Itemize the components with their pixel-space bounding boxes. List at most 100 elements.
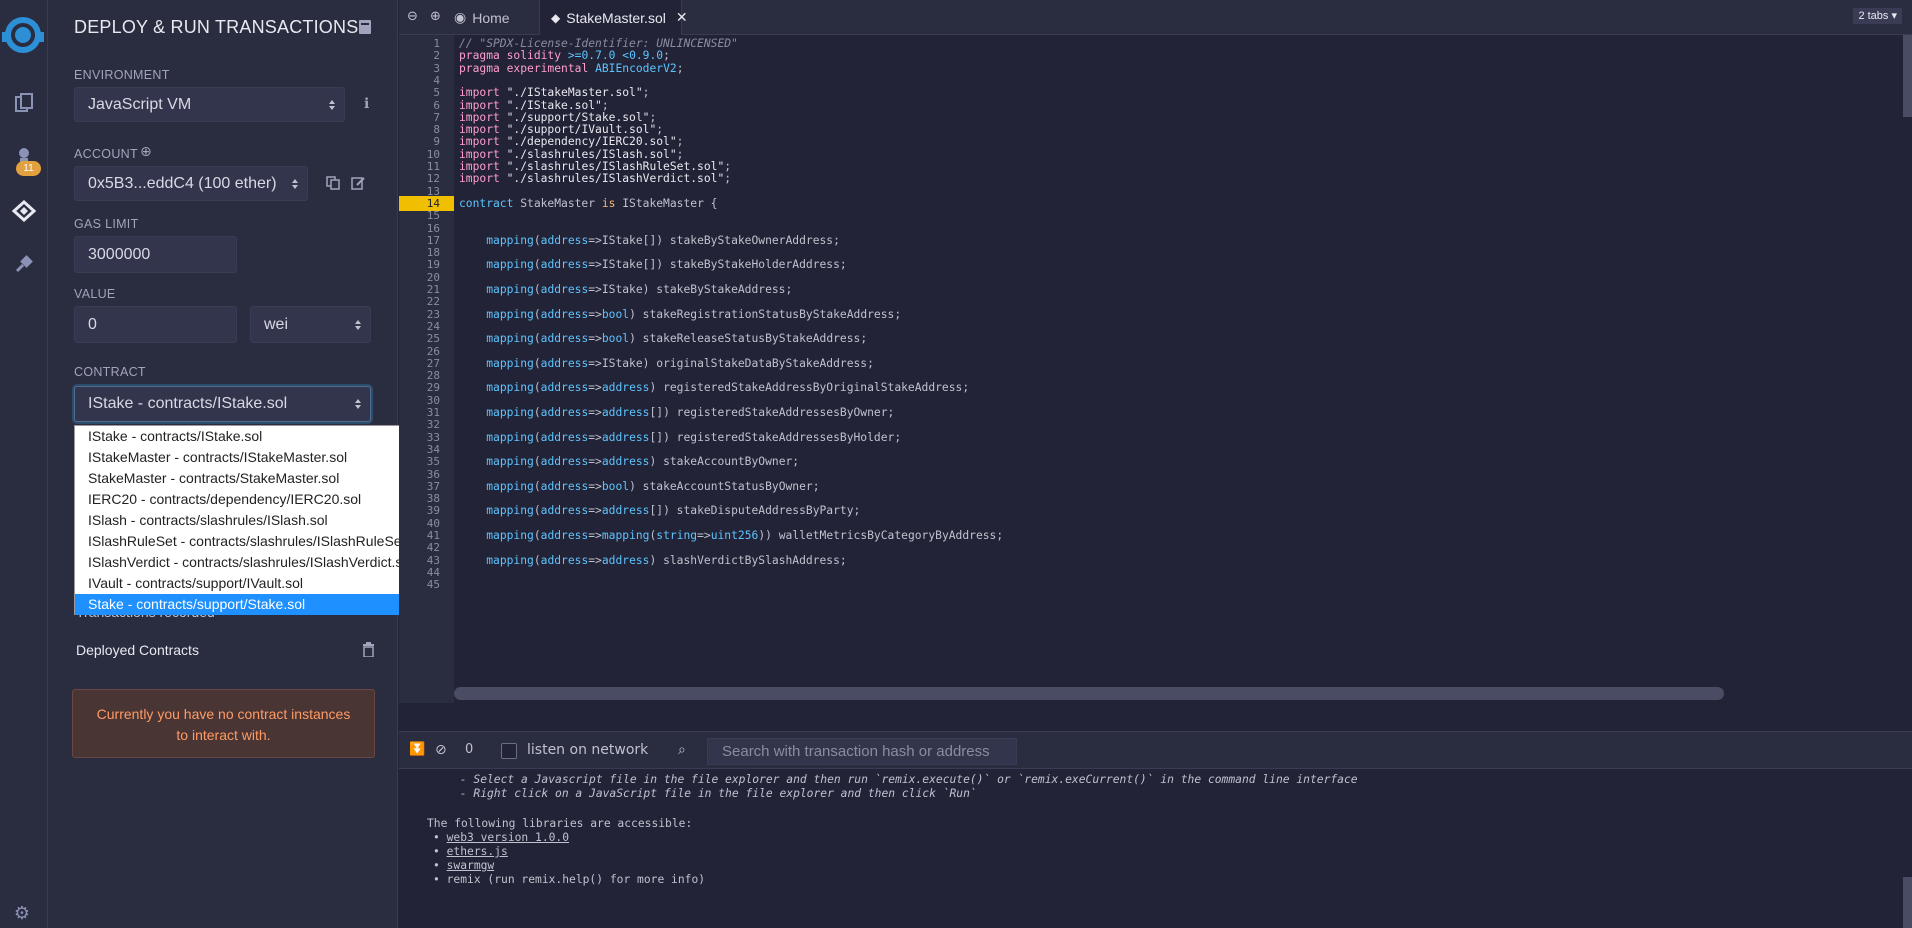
file-explorer-icon[interactable] xyxy=(8,87,40,119)
code-line: mapping(address=>address[]) registeredSt… xyxy=(486,406,895,419)
contract-option[interactable]: StakeMaster - contracts/StakeMaster.sol xyxy=(75,468,448,489)
remix-logo-icon[interactable] xyxy=(2,14,44,56)
code-line: mapping(address=>address) stakeAccountBy… xyxy=(486,455,800,469)
contract-value: IStake - contracts/IStake.sol xyxy=(88,395,288,412)
horizontal-scrollbar[interactable] xyxy=(454,687,1724,700)
compiler-warning-badge: 11 xyxy=(16,161,41,176)
tabs-count-label: 2 tabs xyxy=(1858,10,1889,22)
select-arrows-icon xyxy=(355,399,361,409)
tabs-count-button[interactable]: 2 tabs ▾ xyxy=(1853,8,1902,24)
contract-option[interactable]: IVault - contracts/support/IVault.sol xyxy=(75,573,448,594)
no-instances-line2: to interact with. xyxy=(176,727,271,743)
code-line: import "./slashrules/ISlashVerdict.sol"; xyxy=(459,172,732,186)
terminal-output: - Select a Javascript file in the file e… xyxy=(399,770,1912,928)
contract-option[interactable]: ISlash - contracts/slashrules/ISlash.sol xyxy=(75,510,448,531)
search-icon: ⌕ xyxy=(678,742,686,758)
terminal-lib-item: • web3 version 1.0.0 xyxy=(433,831,570,844)
code-editor[interactable]: 1 2 3 4 5 6 7 8 9 10 11 12 13 14 15 16 17 18 19 20 21 22 23 24 2… xyxy=(399,35,1912,703)
value-label: VALUE xyxy=(74,287,116,301)
contract-option[interactable]: IStake - contracts/IStake.sol xyxy=(75,426,448,447)
edit-icon[interactable] xyxy=(351,176,366,190)
search-tx-input[interactable]: Search with transaction hash or address xyxy=(707,738,1017,765)
terminal-lib-item: • swarmgw xyxy=(433,859,495,872)
zoom-in-icon[interactable]: ⊕ xyxy=(430,9,441,24)
settings-icon[interactable]: ⚙ xyxy=(6,897,38,928)
select-arrows-icon xyxy=(355,319,361,330)
code-line: mapping(address=>mapping(string=>uint256… xyxy=(486,529,1004,542)
code-line: mapping(address=>address[]) registeredSt… xyxy=(486,430,902,444)
contract-option[interactable]: ISlashVerdict - contracts/slashrules/ISl… xyxy=(75,552,448,573)
vertical-scrollbar[interactable] xyxy=(1903,35,1912,117)
value-input[interactable]: 0 xyxy=(74,306,237,343)
environment-value: JavaScript VM xyxy=(88,95,192,113)
remix-ide: 11 ⚙ DEPLOY & RUN TRANSACTIONS ENVIRONME… xyxy=(0,0,1912,928)
documentation-icon[interactable] xyxy=(358,19,372,35)
contract-select[interactable]: IStake - contracts/IStake.sol xyxy=(74,386,371,422)
terminal-scrollbar[interactable] xyxy=(1903,877,1912,928)
terminal-lib-item: • ethers.js xyxy=(433,845,508,858)
value-unit: wei xyxy=(264,315,289,333)
code-line: contract StakeMaster is IStakeMaster { xyxy=(459,196,718,210)
account-value: 0x5B3...eddC4 (100 ether) xyxy=(88,174,277,192)
code-line: mapping(address=>IStake) originalStakeDa… xyxy=(486,356,874,370)
contract-dropdown-list: IStake - contracts/IStake.sol IStakeMast… xyxy=(74,425,449,615)
home-icon: ◉ xyxy=(454,9,467,26)
code-line: mapping(address=>bool) stakeAccountStatu… xyxy=(486,479,820,493)
code-line: pragma experimental ABIEncoderV2; xyxy=(459,61,684,75)
tab-home[interactable]: ◉ Home xyxy=(454,0,534,35)
tab-home-label: Home xyxy=(472,9,510,26)
terminal-lib-item: • remix (run remix.help() for more info) xyxy=(433,873,706,886)
code-line: mapping(address=>IStake) stakeByStakeAdd… xyxy=(486,283,793,296)
value-unit-select[interactable]: wei xyxy=(250,306,371,343)
gas-limit-input[interactable]: 3000000 xyxy=(74,236,237,273)
contract-option[interactable]: IERC20 - contracts/dependency/IERC20.sol xyxy=(75,489,448,510)
code-line: mapping(address=>address) slashVerdictBy… xyxy=(486,553,847,567)
add-account-icon[interactable]: ⊕ xyxy=(140,144,152,160)
code-line: mapping(address=>IStake[]) stakeByStakeH… xyxy=(486,258,847,272)
info-icon[interactable]: ℹ xyxy=(364,96,369,112)
copy-icon[interactable] xyxy=(326,176,340,190)
pending-tx-count: 0 xyxy=(465,742,474,757)
icon-sidebar: 11 ⚙ xyxy=(0,0,48,928)
listen-network-label: listen on network xyxy=(527,742,649,758)
listen-network-checkbox[interactable] xyxy=(501,743,517,759)
code-line: mapping(address=>bool) stakeRegistration… xyxy=(486,307,902,321)
web3-link[interactable]: web3 version 1.0.0 xyxy=(447,831,569,844)
tab-stakemaster[interactable]: ◆ StakeMaster.sol ✕ xyxy=(539,0,688,35)
editor-tab-bar: ⊖ ⊕ ◉ Home ◆ StakeMaster.sol ✕ 2 tabs ▾ xyxy=(399,0,1912,35)
terminal-line: - Right click on a JavaScript file in th… xyxy=(453,787,977,800)
zoom-out-icon[interactable]: ⊖ xyxy=(407,9,418,24)
clear-console-icon[interactable]: ⊘ xyxy=(435,742,447,758)
code-line: mapping(address=>IStake[]) stakeByStakeO… xyxy=(486,233,840,247)
contract-option[interactable]: IStakeMaster - contracts/IStakeMaster.so… xyxy=(75,447,448,468)
contract-option[interactable]: ISlashRuleSet - contracts/slashrules/ISl… xyxy=(75,531,448,552)
contract-label: CONTRACT xyxy=(74,365,146,379)
collapse-terminal-icon[interactable]: ⏬ xyxy=(409,742,425,757)
deploy-run-icon[interactable] xyxy=(8,195,40,227)
code-line: mapping(address=>address) registeredStak… xyxy=(486,381,970,395)
ethers-link[interactable]: ethers.js xyxy=(447,845,508,858)
gas-limit-label: GAS LIMIT xyxy=(74,217,139,231)
swarmgw-link[interactable]: swarmgw xyxy=(447,859,495,872)
terminal-toolbar: ⏬ ⊘ 0 listen on network ⌕ Search with tr… xyxy=(399,731,1912,769)
terminal-line: - Select a Javascript file in the file e… xyxy=(453,773,1358,786)
environment-select[interactable]: JavaScript VM xyxy=(74,87,345,122)
select-arrows-icon xyxy=(329,99,335,110)
panel-title: DEPLOY & RUN TRANSACTIONS xyxy=(74,17,359,37)
line-number: 45 xyxy=(426,578,440,592)
select-arrows-icon xyxy=(292,178,298,189)
no-instances-alert: Currently you have no contract instances… xyxy=(72,689,375,758)
tab-active-label: StakeMaster.sol xyxy=(566,9,666,26)
trash-icon[interactable] xyxy=(362,642,375,657)
code-line: mapping(address=>bool) stakeReleaseStatu… xyxy=(486,332,868,346)
solidity-file-icon: ◆ xyxy=(551,10,561,25)
account-select[interactable]: 0x5B3...eddC4 (100 ether) xyxy=(74,166,308,201)
contract-option-selected[interactable]: Stake - contracts/support/Stake.sol xyxy=(75,594,448,615)
plugin-manager-icon[interactable] xyxy=(8,248,40,280)
deployed-contracts-label: Deployed Contracts xyxy=(76,642,199,658)
close-icon[interactable]: ✕ xyxy=(676,10,688,26)
no-instances-line1: Currently you have no contract instances xyxy=(96,706,351,722)
account-label: ACCOUNT xyxy=(74,147,138,161)
code-line: mapping(address=>address[]) stakeDispute… xyxy=(486,504,861,518)
remix-lib-text: remix (run remix.help() for more info) xyxy=(446,873,706,886)
